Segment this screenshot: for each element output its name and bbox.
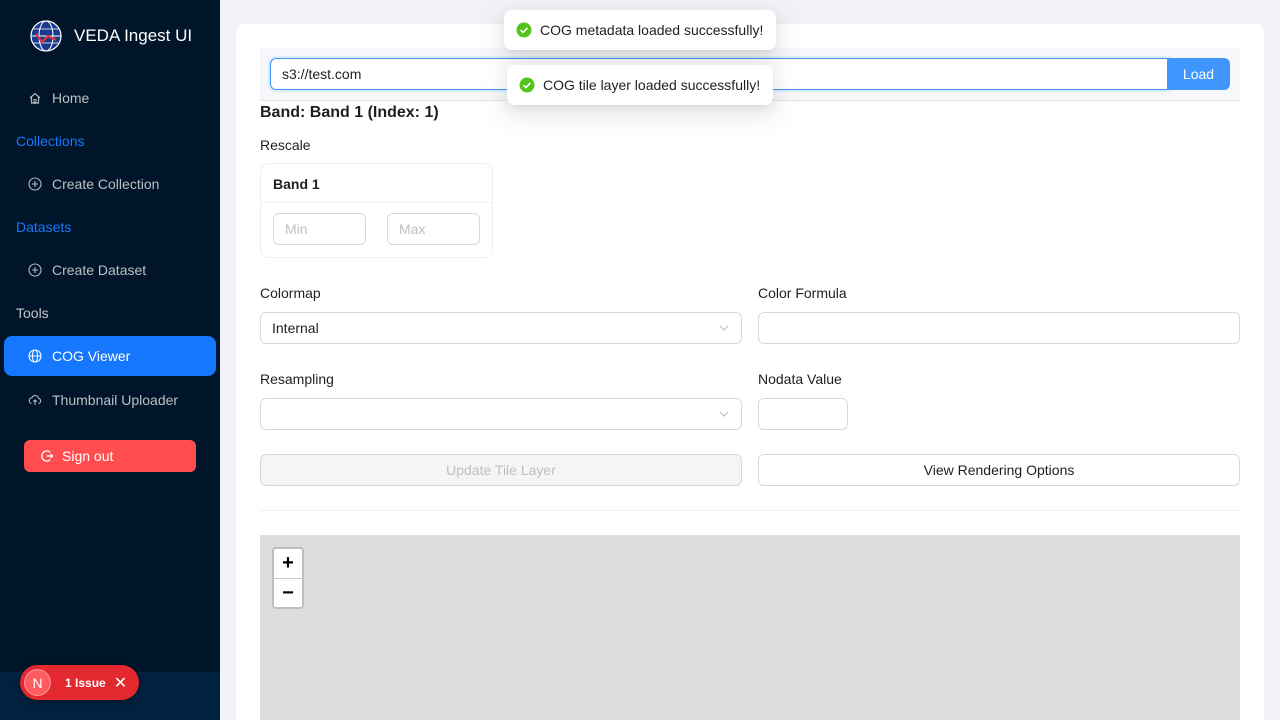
colormap-value: Internal xyxy=(272,320,319,336)
sidebar-group-datasets[interactable]: Datasets xyxy=(16,219,71,235)
home-icon xyxy=(28,91,42,105)
plus-circle-icon xyxy=(28,177,42,191)
toast-message: COG metadata loaded successfully! xyxy=(540,22,764,38)
nextjs-logo-icon: N xyxy=(24,669,51,696)
toast-tile-layer-loaded: COG tile layer loaded successfully! xyxy=(507,65,773,105)
sidebar-item-thumbnail-uploader[interactable]: Thumbnail Uploader xyxy=(4,380,216,420)
resampling-select[interactable] xyxy=(260,398,742,430)
sidebar-item-label: Create Dataset xyxy=(52,262,147,278)
sign-out-button[interactable]: Sign out xyxy=(24,440,196,472)
cloud-upload-icon xyxy=(28,393,42,407)
color-formula-label: Color Formula xyxy=(758,285,847,301)
nodata-input[interactable] xyxy=(758,398,848,430)
rescale-min-input[interactable] xyxy=(273,213,366,245)
sidebar-item-cog-viewer[interactable]: COG Viewer xyxy=(4,336,216,376)
zoom-control: + − xyxy=(272,547,304,609)
rescale-max-input[interactable] xyxy=(387,213,480,245)
sign-out-icon xyxy=(40,449,54,463)
band-title: Band: Band 1 (Index: 1) xyxy=(260,104,439,121)
band-card-title: Band 1 xyxy=(273,176,320,192)
toast-metadata-loaded: COG metadata loaded successfully! xyxy=(504,10,776,50)
band-rescale-card: Band 1 xyxy=(260,163,493,258)
update-tile-layer-button[interactable]: Update Tile Layer xyxy=(260,454,742,486)
app-logo[interactable]: VEDA Ingest UI xyxy=(30,20,192,52)
sidebar: VEDA Ingest UI Home Collections Create C… xyxy=(0,0,220,720)
app-title: VEDA Ingest UI xyxy=(74,26,193,45)
resampling-label: Resampling xyxy=(260,371,334,387)
globe-icon xyxy=(28,349,42,363)
sidebar-group-tools[interactable]: Tools xyxy=(16,305,49,321)
sidebar-item-label: Thumbnail Uploader xyxy=(52,392,179,408)
sidebar-item-label: Home xyxy=(52,90,90,106)
divider xyxy=(261,202,492,203)
chevron-down-icon xyxy=(719,325,729,331)
success-check-icon xyxy=(516,22,532,38)
colormap-label: Colormap xyxy=(260,285,321,301)
globe-logo-icon xyxy=(30,20,62,52)
dev-issues-badge[interactable]: N 1 Issue ✕ xyxy=(20,665,139,700)
zoom-in-button[interactable]: + xyxy=(274,549,302,578)
colormap-select[interactable]: Internal xyxy=(260,312,742,344)
nodata-label: Nodata Value xyxy=(758,371,842,387)
cog-viewer-card: Load Band: Band 1 (Index: 1) Rescale Ban… xyxy=(236,24,1264,720)
success-check-icon xyxy=(519,77,535,93)
color-formula-input[interactable] xyxy=(758,312,1240,344)
close-icon[interactable]: ✕ xyxy=(114,673,127,693)
toast-message: COG tile layer loaded successfully! xyxy=(543,77,761,93)
sidebar-item-label: COG Viewer xyxy=(52,348,131,364)
chevron-down-icon xyxy=(719,411,729,417)
sidebar-item-create-dataset[interactable]: Create Dataset xyxy=(4,250,216,290)
sidebar-item-home[interactable]: Home xyxy=(4,78,216,118)
rescale-label: Rescale xyxy=(260,137,311,153)
sign-out-label: Sign out xyxy=(62,448,114,464)
sidebar-group-collections[interactable]: Collections xyxy=(16,133,84,149)
zoom-out-button[interactable]: − xyxy=(274,579,302,608)
view-rendering-options-button[interactable]: View Rendering Options xyxy=(758,454,1240,486)
sidebar-item-create-collection[interactable]: Create Collection xyxy=(4,164,216,204)
sidebar-item-label: Create Collection xyxy=(52,176,160,192)
issues-count: 1 Issue xyxy=(65,675,106,690)
map-canvas[interactable]: + − xyxy=(260,535,1240,720)
divider xyxy=(260,510,1240,511)
load-button[interactable]: Load xyxy=(1167,58,1230,90)
plus-circle-icon xyxy=(28,263,42,277)
